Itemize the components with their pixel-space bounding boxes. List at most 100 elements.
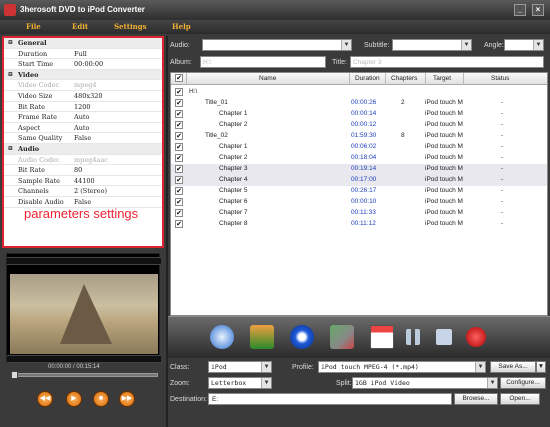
table-row[interactable]: ✔ Chapter 7 00:11:33 iPod touch M - (171, 208, 547, 219)
header-target[interactable]: Target (433, 75, 451, 82)
title-input[interactable]: Chapter 3 (350, 56, 544, 68)
param-key: Frame Rate (18, 113, 57, 122)
param-row[interactable]: Start Time 00:00:00 (4, 59, 162, 70)
row-checkbox[interactable]: ✔ (175, 88, 183, 96)
param-value[interactable]: 1200 (74, 103, 91, 111)
zoom-select[interactable]: Letterbox ▼ (208, 377, 272, 389)
destination-input[interactable]: E: (208, 393, 452, 405)
param-value[interactable]: 44100 (74, 177, 95, 185)
stop-icon[interactable] (436, 329, 452, 345)
param-value[interactable]: False (74, 134, 91, 142)
select-all-checkbox[interactable]: ✔ (175, 74, 183, 82)
param-value[interactable]: 80 (74, 166, 82, 174)
minimize-button[interactable]: _ (514, 4, 526, 16)
param-group[interactable]: ⊟ Video (4, 69, 162, 81)
album-input[interactable]: H:\ (200, 56, 326, 68)
row-checkbox[interactable]: ✔ (175, 154, 183, 162)
header-status[interactable]: Status (491, 75, 509, 82)
table-row[interactable]: ✔ Chapter 6 00:00:10 iPod touch M - (171, 197, 547, 208)
header-chapters[interactable]: Chapters (391, 75, 417, 82)
param-value[interactable]: 480x320 (74, 92, 102, 100)
open-button[interactable]: Open... (500, 393, 540, 405)
param-row[interactable]: Sample Rate 44100 (4, 176, 162, 187)
play-button[interactable]: ▶ (66, 391, 82, 407)
close-button[interactable]: × (532, 4, 544, 16)
param-group[interactable]: ⊟ General (4, 38, 162, 49)
table-row[interactable]: ✔ Chapter 8 00:11:12 iPod touch M - (171, 219, 547, 230)
row-checkbox[interactable]: ✔ (175, 176, 183, 184)
table-row[interactable]: ✔ Chapter 2 00:18:04 iPod touch M - (171, 153, 547, 164)
menu-edit[interactable]: Edit (72, 22, 88, 31)
param-value[interactable]: False (74, 198, 91, 206)
param-row[interactable]: Same Quality False (4, 133, 162, 144)
split-select[interactable]: 1GB iPod Video ▼ (352, 377, 498, 389)
table-row[interactable]: ✔ Title_02 01:59:30 8 iPod touch M - (171, 131, 547, 142)
record-icon[interactable] (466, 327, 486, 347)
info-icon[interactable] (370, 325, 394, 349)
row-checkbox[interactable]: ✔ (175, 99, 183, 107)
param-value[interactable]: mpeg4 (74, 81, 96, 89)
param-value[interactable]: Full (74, 50, 87, 58)
param-value[interactable]: 00:00:00 (74, 60, 103, 68)
table-row[interactable]: ✔ Chapter 3 00:19:14 iPod touch M - (171, 164, 547, 175)
row-checkbox[interactable]: ✔ (175, 220, 183, 228)
menu-help[interactable]: Help (172, 22, 191, 31)
param-row[interactable]: Frame Rate Auto (4, 112, 162, 123)
dvd-load-icon[interactable] (210, 325, 234, 349)
clip-icon[interactable] (330, 325, 354, 349)
param-row[interactable]: Bit Rate 1200 (4, 102, 162, 113)
table-row[interactable]: ✔ Chapter 2 00:00:12 iPod touch M - (171, 120, 547, 131)
collapse-icon[interactable]: ⊟ (8, 71, 13, 78)
profile-select[interactable]: iPod touch MPEG-4 (*.mp4) ▼ (318, 361, 486, 373)
param-row[interactable]: Duration Full (4, 49, 162, 60)
table-row[interactable]: ✔ Title_01 00:00:26 2 iPod touch M - (171, 98, 547, 109)
param-group[interactable]: ⊟ Audio (4, 143, 162, 155)
row-checkbox[interactable]: ✔ (175, 198, 183, 206)
seek-knob[interactable] (11, 371, 18, 379)
collapse-icon[interactable]: ⊟ (8, 39, 13, 46)
param-value[interactable]: Auto (74, 113, 89, 121)
header-duration[interactable]: Duration (355, 75, 380, 82)
row-checkbox[interactable]: ✔ (175, 209, 183, 217)
seek-bar[interactable] (11, 371, 158, 379)
save-as-dropdown[interactable]: ▼ (536, 361, 546, 373)
param-value[interactable]: 2 (Stereo) (74, 187, 107, 195)
header-name[interactable]: Name (259, 75, 276, 82)
profile-icon[interactable] (290, 325, 314, 349)
table-row[interactable]: ✔ Chapter 4 00:17:00 iPod touch M - (171, 175, 547, 186)
param-row[interactable]: Aspect Auto (4, 123, 162, 134)
subtitle-select[interactable]: ▼ (392, 39, 472, 51)
row-checkbox[interactable]: ✔ (175, 165, 183, 173)
configure-button[interactable]: Configure... (500, 377, 546, 389)
param-row[interactable]: Channels 2 (Stereo) (4, 186, 162, 197)
save-as-button[interactable]: Save As... (490, 361, 536, 373)
table-row[interactable]: ✔ Chapter 5 00:26:17 iPod touch M - (171, 186, 547, 197)
row-checkbox[interactable]: ✔ (175, 132, 183, 140)
menu-file[interactable]: File (26, 22, 41, 31)
param-value[interactable]: mpeg4aac (74, 156, 108, 164)
menu-settings[interactable]: Settings (114, 22, 147, 31)
row-checkbox[interactable]: ✔ (175, 143, 183, 151)
row-checkbox[interactable]: ✔ (175, 121, 183, 129)
angle-select[interactable]: ▼ (504, 39, 544, 51)
row-checkbox[interactable]: ✔ (175, 187, 183, 195)
collapse-icon[interactable]: ⊟ (8, 145, 13, 152)
audio-select[interactable]: ▼ (202, 39, 352, 51)
browse-button[interactable]: Browse... (454, 393, 498, 405)
import-icon[interactable] (250, 325, 274, 349)
album-label: Album: (170, 59, 192, 66)
param-row[interactable]: Video Size 480x320 (4, 91, 162, 102)
stop-preview-button[interactable]: ■ (93, 391, 109, 407)
table-row[interactable]: ✔ H:\ (171, 87, 547, 98)
pause-icon[interactable] (406, 329, 420, 345)
param-row[interactable]: Video Codec mpeg4 (4, 80, 162, 91)
param-value[interactable]: Auto (74, 124, 89, 132)
rewind-button[interactable]: ◀◀ (37, 391, 53, 407)
class-select[interactable]: iPod ▼ (208, 361, 272, 373)
row-checkbox[interactable]: ✔ (175, 110, 183, 118)
param-row[interactable]: Audio Codec mpeg4aac (4, 155, 162, 166)
table-row[interactable]: ✔ Chapter 1 00:00:14 iPod touch M - (171, 109, 547, 120)
table-row[interactable]: ✔ Chapter 1 00:06:02 iPod touch M - (171, 142, 547, 153)
param-row[interactable]: Bit Rate 80 (4, 165, 162, 176)
fast-forward-button[interactable]: ▶▶ (119, 391, 135, 407)
